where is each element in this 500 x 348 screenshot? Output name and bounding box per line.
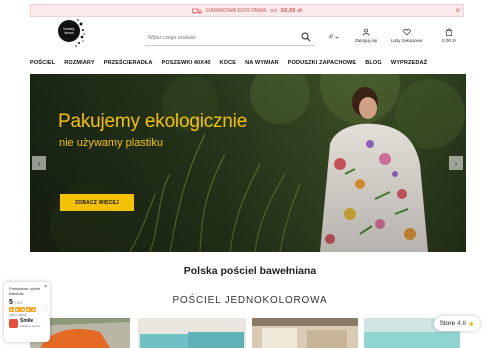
search-bar (145, 30, 315, 46)
currency-label: zł (329, 34, 333, 40)
rating-stars: ★ ★ ★ ★ ★ (9, 307, 45, 312)
delivery-truck-icon (192, 8, 202, 14)
promo-bar: DARMOWA DOSTAWA od 50,00 zł × (30, 4, 464, 17)
hero-image (30, 74, 466, 252)
reviews-count: 1641 opinii (9, 313, 27, 317)
nav-item-na-wymiar[interactable]: NA WYMIAR (245, 60, 279, 66)
shopping-bag-icon (445, 28, 452, 36)
product-image (138, 318, 246, 348)
reviews-title: Prawdziwe opinie klientów (9, 286, 41, 296)
star-icon: ★ (468, 320, 475, 328)
carousel-prev-button[interactable]: ‹ (32, 156, 46, 170)
star-icon: ★ (20, 307, 25, 312)
nav-item-poduszki[interactable]: PODUSZKI ZAPACHOWE (288, 60, 357, 66)
reviews-widget[interactable]: × Prawdziwe opinie klientów 5 / 5.0 ★ ★ … (4, 282, 50, 342)
promo-mid: od (270, 7, 277, 14)
store-rating-badge[interactable]: Store 4,6 ★ (434, 316, 480, 331)
hero-banner[interactable]: Pakujemy ekologicznie nie używamy plasti… (30, 74, 466, 252)
nav-item-koce[interactable]: KOCE (220, 60, 237, 66)
wishlist-button[interactable]: Listy zakupowe (391, 28, 422, 43)
star-icon: ★ (31, 307, 36, 312)
star-icon: ★ (25, 307, 31, 312)
product-thumbnail[interactable] (138, 318, 246, 348)
reviews-score: 5 / 5.0 (9, 299, 45, 306)
hero-subline: nie używamy plastiku (59, 137, 163, 149)
heart-icon (402, 28, 411, 36)
score-value: 5 (9, 299, 13, 306)
cart-button[interactable]: 0,00 zł (442, 28, 456, 43)
hero-cta-button[interactable]: ZOBACZ WIĘCEJ (60, 194, 134, 211)
product-thumbnail[interactable] (252, 318, 358, 348)
smile-sub: Zaufane Opinie (20, 324, 41, 328)
section-title-main: Polska pościel bawełniana (183, 265, 317, 277)
star-icon: ★ (9, 307, 14, 312)
nav-item-posciel[interactable]: POŚCIEL (30, 60, 55, 66)
nav-item-rozmiary[interactable]: ROZMIARY (64, 60, 94, 66)
nav-item-blog[interactable]: BLOG (365, 60, 382, 66)
login-label: Zaloguj się (355, 38, 378, 43)
wishlist-label: Listy zakupowe (391, 38, 423, 43)
main-nav: POŚCIEL ROZMIARY PRZEŚCIERADŁA POSZEWKI … (30, 57, 470, 69)
section-title-solid-bedding: POŚCIEL JEDNOKOLOROWA (172, 295, 328, 306)
carousel-next-button[interactable]: › (449, 156, 463, 170)
login-button[interactable]: Zaloguj się (355, 28, 377, 43)
chevron-left-icon: ‹ (37, 158, 41, 168)
currency-selector[interactable]: zł (329, 34, 339, 40)
chevron-down-icon (334, 36, 339, 39)
score-max: / 5.0 (14, 301, 23, 305)
nav-item-wyprzedaz[interactable]: WYPRZEDAŻ (391, 60, 427, 66)
nav-item-przescieradla[interactable]: PRZEŚCIERADŁA (104, 60, 153, 66)
close-promo-button[interactable]: × (455, 6, 460, 16)
smile-badge: Smile Zaufane Opinie (9, 319, 45, 328)
product-image (252, 318, 358, 348)
close-reviews-button[interactable]: × (44, 284, 47, 290)
cart-amount: 0,00 zł (442, 38, 456, 43)
store-logo[interactable]: biomaly dream (58, 20, 80, 42)
promo-text: DARMOWA DOSTAWA od 50,00 zł (192, 8, 302, 14)
smile-logo-icon (9, 319, 18, 328)
nav-item-poszewki[interactable]: POSZEWKI 40X40 (162, 60, 211, 66)
promo-label: DARMOWA DOSTAWA (205, 7, 267, 14)
star-icon: ★ (14, 307, 20, 312)
store-name: Store (439, 320, 456, 327)
store-rating-value: 4,6 (457, 320, 467, 327)
search-input[interactable] (145, 34, 295, 41)
promo-amount: 50,00 zł (280, 7, 303, 14)
search-icon[interactable] (301, 32, 311, 42)
user-icon (362, 28, 370, 36)
hero-headline: Pakujemy ekologicznie (58, 111, 248, 132)
chevron-right-icon: › (454, 158, 458, 168)
logo-line-2: dream (64, 31, 74, 35)
